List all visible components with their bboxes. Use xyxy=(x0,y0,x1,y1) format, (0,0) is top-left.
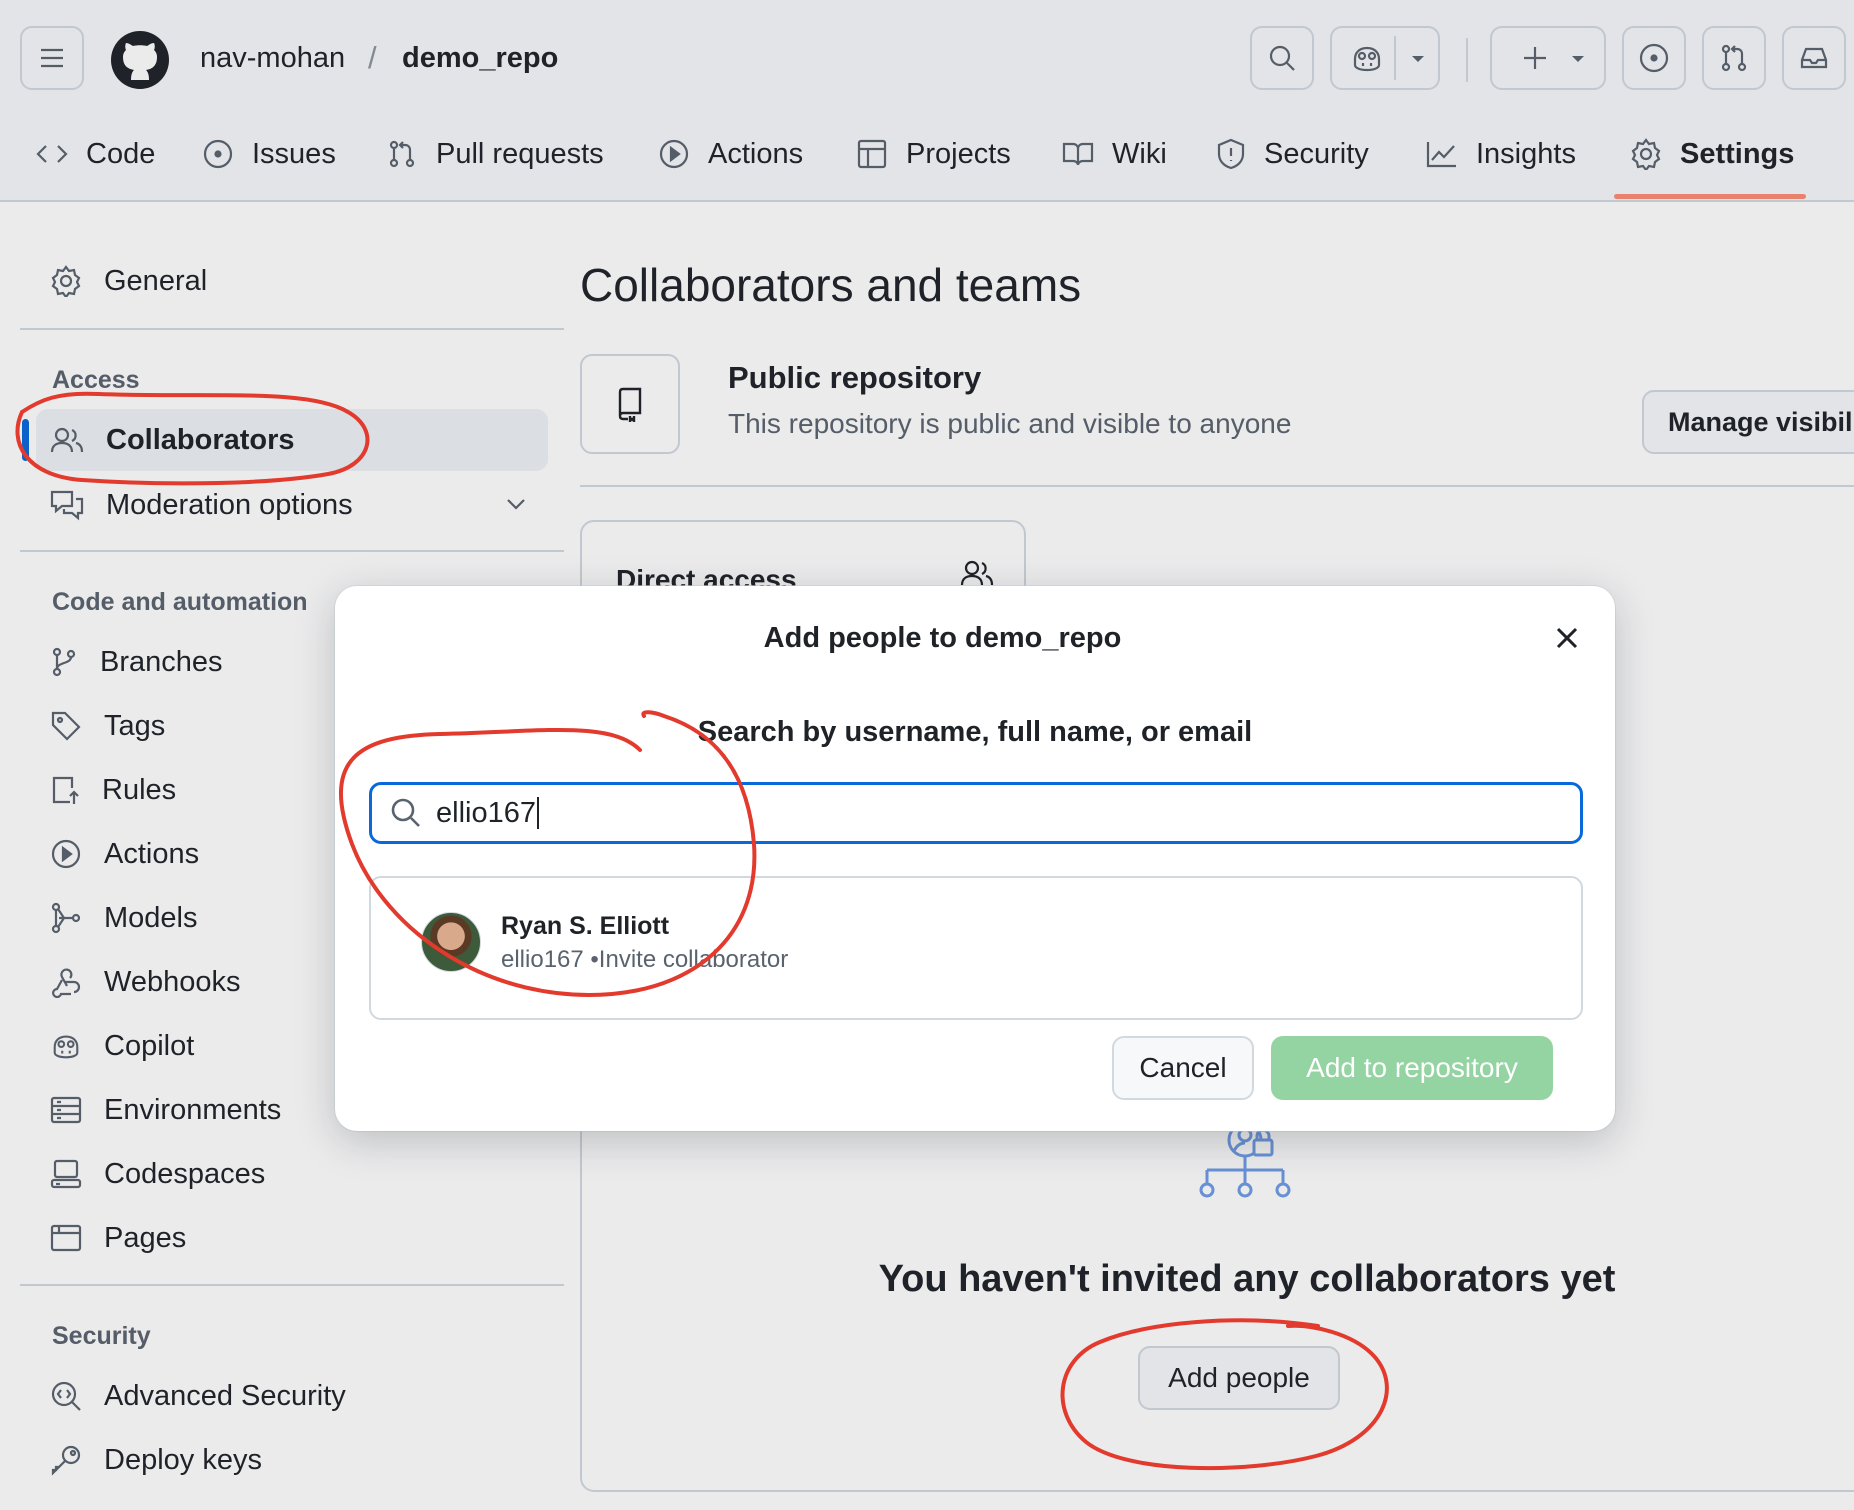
close-button[interactable] xyxy=(1545,616,1589,660)
people-search-input[interactable]: ellio167 xyxy=(369,782,1583,844)
dialog-title: Add people to demo_repo xyxy=(763,622,1122,654)
search-result-item[interactable]: Ryan S. Elliott ellio167 •Invite collabo… xyxy=(369,876,1583,1020)
text-caret xyxy=(536,797,539,829)
add-people-dialog: Add people to demo_repo Search by userna… xyxy=(335,586,1615,1131)
cancel-button[interactable]: Cancel xyxy=(1112,1036,1254,1100)
dialog-search-label: Search by username, full name, or email xyxy=(697,716,1253,748)
add-to-repository-button[interactable]: Add to repository xyxy=(1271,1036,1553,1100)
search-input-value: ellio167 xyxy=(436,796,536,829)
result-username-action: ellio167 •Invite collaborator xyxy=(501,946,789,973)
result-full-name: Ryan S. Elliott xyxy=(501,912,670,940)
avatar xyxy=(421,912,481,972)
search-icon xyxy=(391,798,420,827)
close-icon xyxy=(1556,627,1578,649)
